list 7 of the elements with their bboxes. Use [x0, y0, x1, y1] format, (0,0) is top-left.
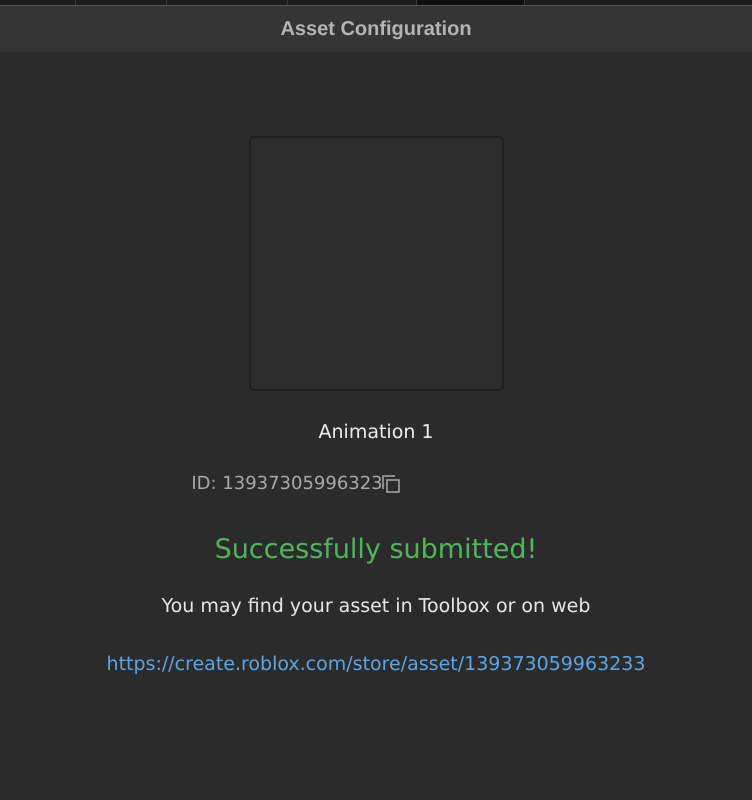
copy-icon[interactable] — [380, 474, 401, 494]
window-title: Asset Configuration — [280, 18, 472, 40]
info-text: You may find your asset in Toolbox or on web — [162, 595, 590, 617]
asset-name: Animation 1 — [318, 421, 434, 443]
asset-id: ID: 13937305996323 — [191, 473, 383, 494]
asset-link[interactable]: https://create.roblox.com/store/asset/139373059963233 — [106, 653, 646, 675]
status-message: Successfully submitted! — [214, 534, 538, 565]
